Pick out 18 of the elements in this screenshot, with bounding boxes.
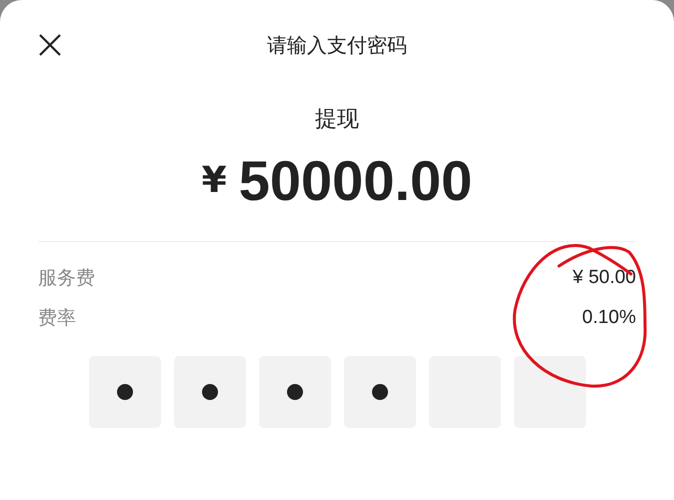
detail-label: 服务费: [38, 266, 95, 291]
pin-dot-icon: [202, 384, 218, 400]
detail-value: ¥ 50.00: [572, 267, 636, 289]
detail-label: 费率: [38, 306, 76, 331]
pin-digit-box[interactable]: [174, 356, 246, 428]
pin-digit-box[interactable]: [258, 356, 330, 428]
pin-dot-icon: [372, 384, 388, 400]
amount: 50000.00: [238, 148, 472, 213]
transaction-type: 提现: [314, 106, 360, 134]
pin-dot-icon: [116, 384, 132, 400]
pin-digit-box[interactable]: [344, 356, 416, 428]
close-icon: [38, 33, 62, 57]
dialog-title: 请输入支付密码: [267, 32, 407, 58]
detail-value: 0.10%: [582, 307, 636, 329]
currency-symbol: ¥: [202, 160, 227, 201]
close-button[interactable]: [38, 33, 62, 57]
pin-dot-icon: [286, 384, 302, 400]
pin-digit-box[interactable]: [88, 356, 160, 428]
